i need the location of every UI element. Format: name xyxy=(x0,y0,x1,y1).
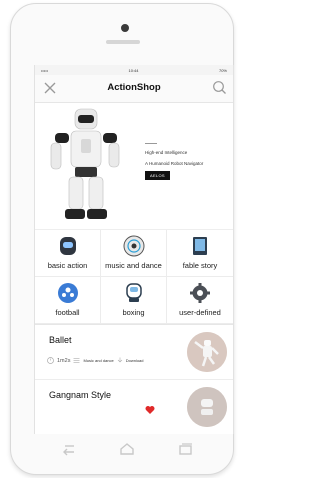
category-fable-story[interactable]: fable story xyxy=(167,230,233,277)
action-thumbnail xyxy=(187,387,227,427)
home-icon[interactable] xyxy=(119,442,135,456)
brand-badge: AELOS xyxy=(145,171,170,180)
robot-head-icon xyxy=(60,237,76,255)
action-thumbnail xyxy=(187,332,227,372)
action-meta: 1m2s Music and dance Download xyxy=(47,357,144,364)
category-music-and-dance[interactable]: music and dance xyxy=(101,230,167,277)
front-camera xyxy=(121,24,129,32)
category-football[interactable]: football xyxy=(35,277,101,324)
category-label: boxing xyxy=(122,308,145,317)
action-name: Gangnam Style xyxy=(49,390,112,400)
dancing-robot-image xyxy=(187,332,227,372)
category-label: football xyxy=(55,308,80,317)
battery-indicator: 70% xyxy=(218,67,227,73)
list-icon xyxy=(73,358,80,363)
category-basic-action[interactable]: basic action xyxy=(35,230,101,277)
phone-frame: ••••• 10:44 70% ActionShop High-end Inte… xyxy=(10,3,234,475)
earpiece-speaker xyxy=(106,40,140,44)
action-category: Music and dance xyxy=(83,358,114,363)
category-grid: basic action music and dance fable story xyxy=(35,230,233,325)
clock-icon xyxy=(47,357,54,364)
category-label: user-defined xyxy=(179,308,221,317)
category-user-defined[interactable]: user-defined xyxy=(167,277,233,324)
music-disc-icon xyxy=(123,235,145,257)
boxing-glove-icon xyxy=(126,283,142,302)
search-icon[interactable] xyxy=(212,80,227,95)
page-title: ActionShop xyxy=(107,82,161,93)
category-label: fable story xyxy=(182,261,218,270)
category-label: music and dance xyxy=(105,261,162,270)
download-link[interactable]: Download xyxy=(126,358,144,363)
football-icon xyxy=(58,283,78,303)
app-screen: ••••• 10:44 70% ActionShop High-end Inte… xyxy=(34,65,234,434)
heart-icon[interactable] xyxy=(145,405,155,415)
system-nav-keys xyxy=(51,442,201,460)
status-bar: ••••• 10:44 70% xyxy=(35,65,233,75)
action-name: Ballet xyxy=(49,335,72,345)
title-bar: ActionShop xyxy=(35,75,233,103)
promo-banner[interactable]: High-end Intelligence A Humanoid Robot N… xyxy=(35,103,233,230)
recent-apps-icon[interactable] xyxy=(177,442,193,456)
action-item-gangnam-style[interactable]: Gangnam Style xyxy=(35,380,233,434)
banner-headline: High-end Intelligence xyxy=(145,150,188,155)
action-duration: 1m2s xyxy=(57,357,71,364)
banner-divider xyxy=(145,143,157,144)
category-label: basic action xyxy=(47,261,88,270)
signal-indicator: ••••• xyxy=(41,67,49,73)
robot-thumbnail-image xyxy=(187,387,227,427)
banner-subline: A Humanoid Robot Navigator xyxy=(145,161,204,166)
gear-icon xyxy=(190,283,210,303)
back-icon[interactable] xyxy=(61,442,77,456)
book-icon xyxy=(193,237,207,255)
status-time: 10:44 xyxy=(128,67,139,73)
robot-image xyxy=(50,108,120,219)
action-item-ballet[interactable]: Ballet 1m2s Music and dance Download xyxy=(35,325,233,380)
download-icon xyxy=(117,357,122,363)
category-boxing[interactable]: boxing xyxy=(101,277,167,324)
